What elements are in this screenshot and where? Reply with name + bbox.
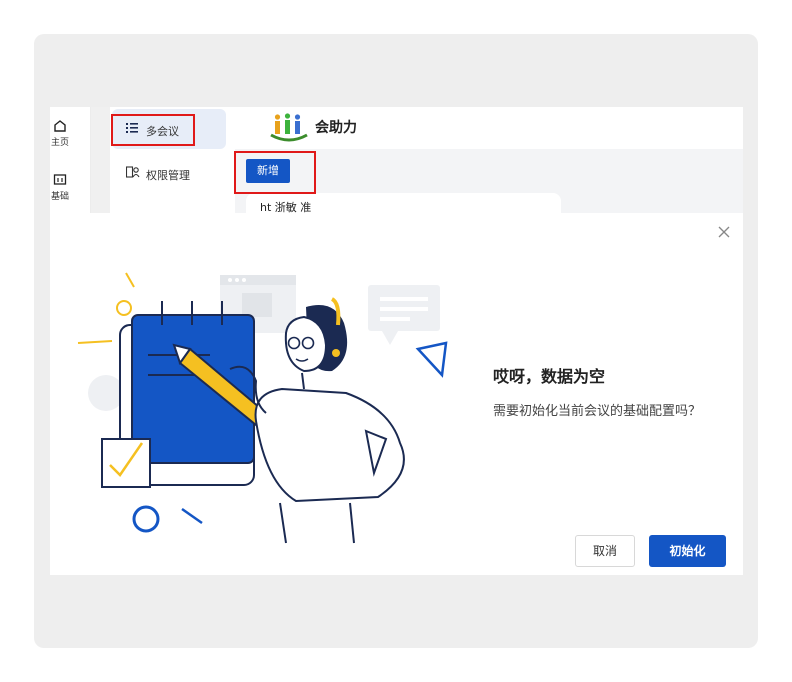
app-window: 主页 基础 多会议 权限管理 会助力 新增 ht 浙敏 准 xyxy=(50,107,743,213)
rail-label-base: 基础 xyxy=(50,192,69,202)
initialize-button[interactable]: 初始化 xyxy=(649,535,726,567)
sidebar-item-permission[interactable]: 权限管理 xyxy=(112,153,226,193)
sidebar-item-label: 权限管理 xyxy=(146,169,190,182)
empty-state-description: 需要初始化当前会议的基础配置吗？ xyxy=(493,404,702,419)
rail-item-home[interactable]: 主页 xyxy=(50,119,70,148)
home-icon xyxy=(54,120,66,132)
dashboard-icon xyxy=(53,174,67,185)
highlight-box-add xyxy=(234,151,316,194)
permission-icon xyxy=(126,166,140,178)
icon-rail: 主页 基础 xyxy=(50,107,91,213)
empty-state-illustration xyxy=(77,272,448,544)
empty-state-dialog: 哎呀，数据为空 需要初始化当前会议的基础配置吗？ 取消 初始化 xyxy=(50,213,743,575)
sidebar-gap xyxy=(91,107,110,213)
logo-icon xyxy=(270,113,308,142)
highlight-box-sidebar xyxy=(111,114,195,146)
close-icon[interactable] xyxy=(716,224,732,240)
top-bar: 会助力 xyxy=(235,107,743,149)
logo-text: 会助力 xyxy=(315,120,357,136)
content-card: ht 浙敏 准 xyxy=(246,193,561,213)
rail-item-base[interactable]: 基础 xyxy=(50,173,70,202)
cancel-button[interactable]: 取消 xyxy=(575,535,635,567)
card-text: ht 浙敏 准 xyxy=(260,201,312,213)
rail-label-home: 主页 xyxy=(50,138,69,148)
empty-state-title: 哎呀，数据为空 xyxy=(493,367,606,386)
